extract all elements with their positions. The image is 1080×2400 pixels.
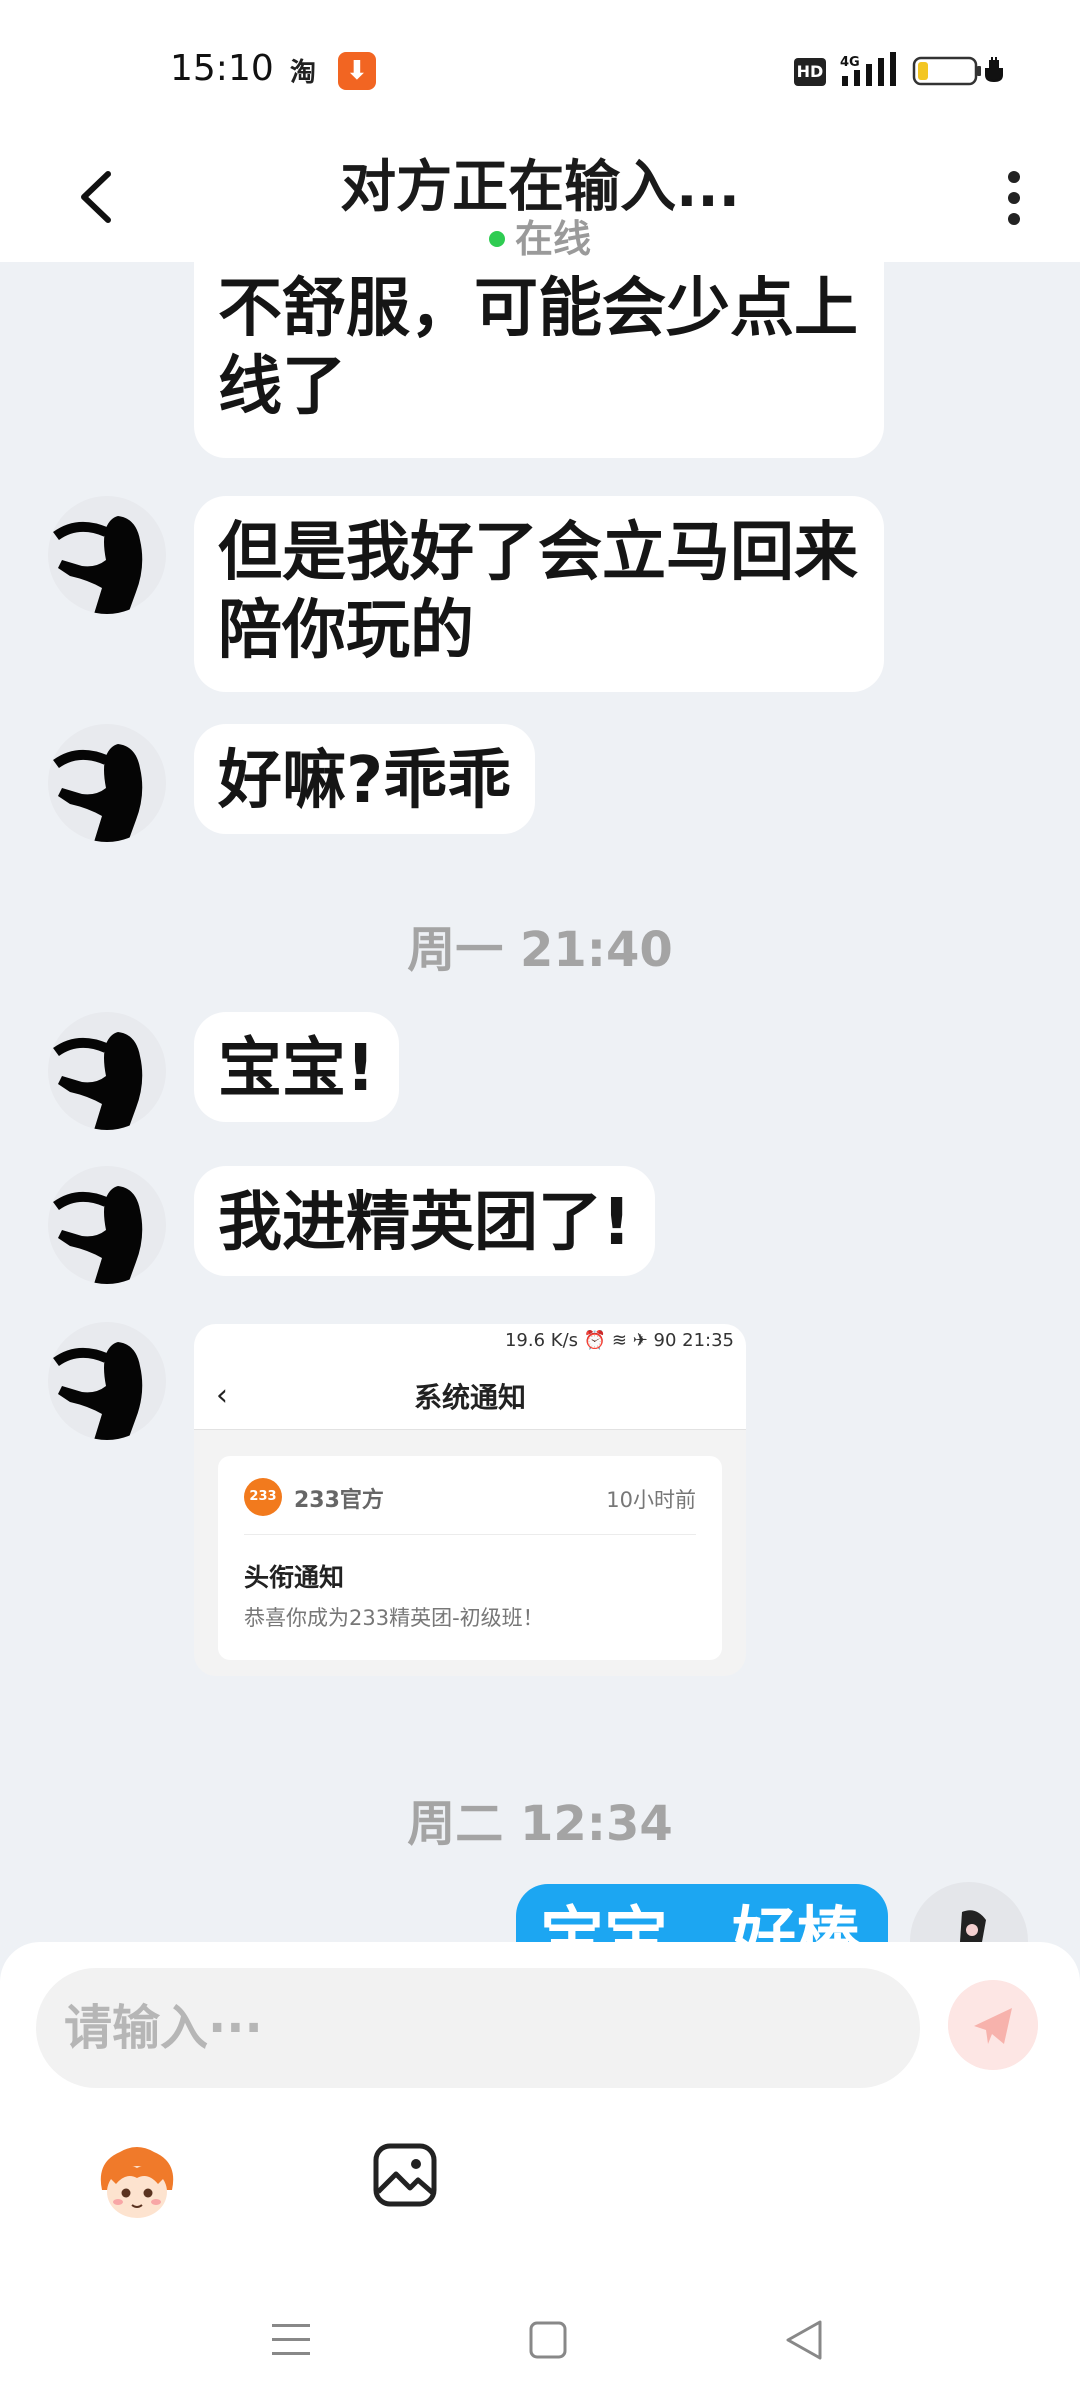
message-input[interactable]	[36, 1968, 920, 2088]
screenshot-title: 系统通知	[413, 1381, 526, 1414]
my-message-bubble[interactable]: 宝宝，好棒	[516, 1884, 888, 1942]
home-square-icon[interactable]	[528, 2320, 568, 2360]
contact-avatar[interactable]	[48, 1166, 166, 1284]
notice-body: 恭喜你成为233精英团-初级班！	[244, 1606, 544, 1630]
anime-avatar-icon	[960, 1910, 986, 1942]
download-icon: ⬇	[338, 52, 376, 90]
silhouette-avatar-icon	[53, 1342, 143, 1440]
taobao-icon: 淘	[290, 58, 317, 88]
contact-avatar[interactable]	[48, 1322, 166, 1440]
status-bar: 15:10 淘 ⬇ HD 4G	[0, 0, 1080, 140]
status-time: 15:10	[170, 48, 274, 89]
emoji-mascot-icon[interactable]	[92, 2138, 182, 2228]
my-avatar[interactable]	[910, 1882, 1028, 1942]
contact-avatar[interactable]	[48, 496, 166, 614]
time-divider: 周二 12:34	[407, 1796, 673, 1852]
message-bubble[interactable]: 宝宝!	[194, 1012, 400, 1122]
chat-header: 对方正在输入... 在线	[0, 140, 1080, 262]
message-bubble[interactable]: 好嘛?乖乖	[194, 724, 536, 834]
input-panel	[0, 1942, 1080, 2400]
notice-time: 10小时前	[606, 1488, 696, 1512]
back-triangle-icon[interactable]	[784, 2318, 824, 2362]
chat-message-list[interactable]: 不舒服，可能会少点上 线了 但是我好了会立马回来 陪你玩的 好嘛?乖乖 周一 2…	[0, 262, 1080, 1942]
silhouette-avatar-icon	[53, 516, 143, 614]
paper-plane-icon[interactable]	[948, 1980, 1038, 2070]
screenshot-image[interactable]: 19.6 K/s ⏰ ≋ ✈ 90 21:35 ‹ 系统通知 233 233官方…	[194, 1324, 746, 1676]
image-icon[interactable]	[370, 2140, 440, 2210]
screenshot-status-bar: 19.6 K/s ⏰ ≋ ✈ 90 21:35	[194, 1324, 746, 1358]
silhouette-avatar-icon	[53, 744, 143, 842]
signal-icon: 4G	[840, 52, 896, 86]
message-bubble[interactable]: 我进精英团了!	[194, 1166, 656, 1276]
online-status: 在线	[0, 208, 1080, 263]
more-dots-icon[interactable]	[1000, 162, 1028, 238]
online-status-label: 在线	[514, 217, 591, 261]
system-nav-bar	[0, 2300, 1080, 2400]
notice-source: 233官方	[294, 1488, 384, 1513]
message-bubble[interactable]: 但是我好了会立马回来 陪你玩的	[194, 496, 884, 692]
online-dot-icon	[488, 230, 505, 247]
screenshot-notice-card: 233 233官方 10小时前 头衔通知 恭喜你成为233精英团-初级班！	[218, 1456, 722, 1660]
contact-avatar[interactable]	[48, 1012, 166, 1130]
233-logo-icon: 233	[244, 1478, 282, 1516]
silhouette-avatar-icon	[53, 1032, 143, 1130]
screenshot-nav: ‹ 系统通知	[194, 1358, 746, 1430]
menu-icon[interactable]	[270, 2320, 312, 2360]
network-type-label: 4G	[840, 55, 860, 70]
notice-heading: 头衔通知	[244, 1563, 345, 1592]
hd-icon: HD	[794, 58, 826, 86]
contact-avatar[interactable]	[48, 724, 166, 842]
battery-icon	[912, 56, 1003, 86]
divider	[244, 1534, 696, 1535]
message-bubble[interactable]: 不舒服，可能会少点上 线了	[194, 262, 884, 458]
silhouette-avatar-icon	[53, 1186, 143, 1284]
time-divider: 周一 21:40	[407, 922, 673, 978]
